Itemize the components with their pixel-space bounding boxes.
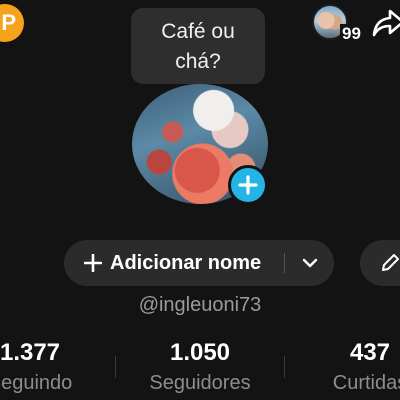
- followers-count: 1.050: [169, 339, 231, 366]
- following-label: Seguindo: [0, 372, 73, 394]
- stat-divider: [284, 356, 285, 378]
- stat-divider: [115, 356, 116, 378]
- profile-screen: P Café ou chá? 99 Adicionar nome @ingleu…: [0, 0, 400, 400]
- friends-button[interactable]: 99: [312, 4, 363, 44]
- share-arrow-icon[interactable]: [372, 8, 400, 38]
- followers-label: Seguidores: [149, 372, 251, 394]
- add-name-pill: Adicionar nome: [64, 240, 334, 286]
- following-count: 1.377: [0, 339, 61, 366]
- stat-likes[interactable]: 437 Curtidas: [300, 336, 400, 396]
- status-note-bubble[interactable]: Café ou chá?: [131, 8, 265, 92]
- promo-badge-letter: P: [1, 10, 16, 35]
- likes-label: Curtidas: [332, 372, 400, 394]
- friends-count: 99: [340, 24, 363, 44]
- profile-stats: 1.377 Seguindo 1.050 Seguidores 437 Curt…: [0, 336, 400, 400]
- plus-icon: [84, 254, 102, 272]
- username: @ingleuoni73: [138, 294, 262, 316]
- status-note-line-1: Café ou: [161, 20, 235, 43]
- add-name-button[interactable]: Adicionar nome: [64, 240, 284, 286]
- add-name-label: Adicionar nome: [110, 251, 262, 274]
- plus-icon: [238, 175, 258, 195]
- stat-followers[interactable]: 1.050 Seguidores: [130, 336, 270, 396]
- add-avatar-button[interactable]: [228, 165, 268, 205]
- likes-count: 437: [349, 339, 391, 366]
- stat-following[interactable]: 1.377 Seguindo: [0, 336, 100, 396]
- status-note-line-2: chá?: [175, 50, 221, 73]
- promo-badge[interactable]: P: [0, 4, 24, 42]
- chevron-down-icon: [302, 258, 317, 268]
- name-options-dropdown[interactable]: [285, 240, 334, 286]
- edit-profile-button[interactable]: [360, 240, 400, 286]
- pencil-icon: [382, 254, 399, 271]
